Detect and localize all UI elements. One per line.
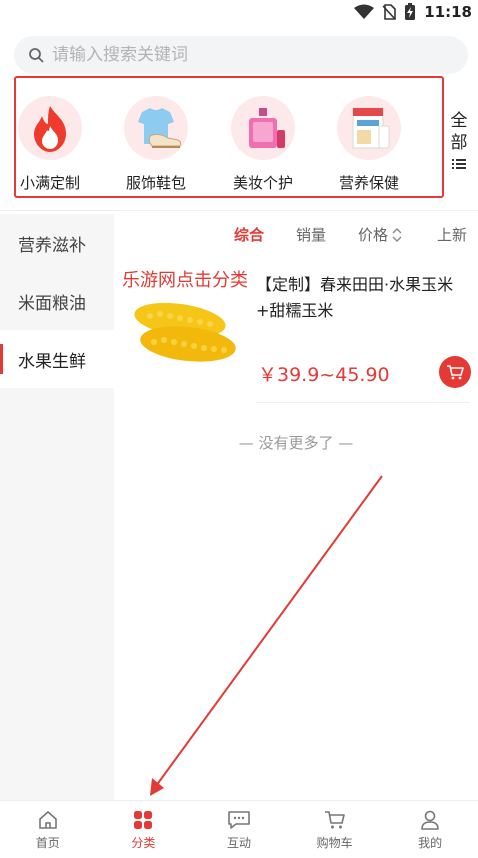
- list-end-text: — 没有更多了 —: [238, 434, 354, 452]
- sidebar-item-fresh-fruit[interactable]: 水果生鲜: [0, 330, 114, 388]
- category-all-label-2: 部: [450, 133, 468, 153]
- category-all-label-1: 全: [450, 111, 468, 131]
- search-icon: [29, 48, 44, 63]
- sort-price[interactable]: 价格: [358, 224, 402, 245]
- tab-category[interactable]: 分类: [96, 801, 192, 858]
- status-bar: 11:18: [0, 0, 478, 26]
- tab-home[interactable]: 首页: [0, 801, 96, 858]
- chat-icon: [228, 811, 250, 829]
- product-title: 【定制】春来田田·水果玉米+甜糯玉米: [256, 275, 454, 320]
- category-all-button[interactable]: 全 部: [446, 110, 472, 176]
- tab-label: 互动: [226, 836, 251, 850]
- divider: [256, 402, 470, 403]
- product-price: ￥39.9~45.90: [258, 364, 390, 386]
- milk-powder-icon: [337, 96, 401, 160]
- category-label: 小满定制: [19, 174, 80, 192]
- cart-icon: [324, 811, 345, 829]
- tab-label: 分类: [131, 836, 156, 850]
- tab-label: 首页: [35, 836, 60, 850]
- search-bar[interactable]: [14, 36, 468, 74]
- category-item-clothing[interactable]: 服饰鞋包: [116, 96, 196, 193]
- watermark-text: 乐游网点击分类: [122, 270, 248, 291]
- search-input[interactable]: [52, 45, 432, 65]
- cart-icon: [447, 365, 464, 380]
- list-icon: [452, 159, 466, 169]
- category-label: 美妆个护: [232, 174, 293, 192]
- category-item-beauty[interactable]: 美妆个护: [223, 96, 303, 193]
- sidebar: 营养滋补 米面粮油 水果生鲜: [0, 214, 114, 801]
- sort-arrows-icon: [392, 227, 402, 242]
- tab-cart[interactable]: 购物车: [287, 801, 383, 858]
- no-sim-icon: [382, 4, 397, 20]
- clothes-shoes-icon: [124, 96, 188, 160]
- add-to-cart-button[interactable]: [439, 356, 471, 388]
- divider: [0, 210, 478, 211]
- bottom-tab-bar: 首页 分类 互动 购物车 我的: [0, 800, 478, 858]
- category-item-nutrition[interactable]: 营养保健: [329, 96, 409, 193]
- user-icon: [421, 810, 439, 830]
- sidebar-item-nutrition[interactable]: 营养滋补: [0, 214, 114, 272]
- tab-mine[interactable]: 我的: [382, 801, 478, 858]
- category-label: 营养保健: [338, 174, 399, 192]
- home-icon: [38, 811, 57, 829]
- sort-newest[interactable]: 上新: [437, 224, 467, 245]
- tab-label: 购物车: [316, 836, 353, 850]
- category-icon: [134, 811, 153, 829]
- category-label: 服饰鞋包: [125, 174, 186, 192]
- wifi-icon: [354, 4, 375, 19]
- fire-icon: [18, 96, 82, 160]
- category-item-xiaoman[interactable]: 小满定制: [10, 96, 90, 193]
- sort-price-label: 价格: [358, 226, 389, 244]
- status-time: 11:18: [424, 3, 472, 21]
- corn-image: [134, 302, 236, 362]
- sidebar-item-grain-oil[interactable]: 米面粮油: [0, 272, 114, 330]
- category-strip: 小满定制 服饰鞋包 美妆个护 营养保健: [14, 76, 444, 198]
- status-icons: 11:18: [354, 3, 472, 21]
- battery-charging-icon: [405, 3, 416, 20]
- sort-comprehensive[interactable]: 综合: [234, 224, 264, 245]
- tab-interact[interactable]: 互动: [191, 801, 287, 858]
- perfume-icon: [231, 96, 295, 160]
- sort-sales[interactable]: 销量: [296, 224, 326, 245]
- tab-label: 我的: [418, 836, 443, 850]
